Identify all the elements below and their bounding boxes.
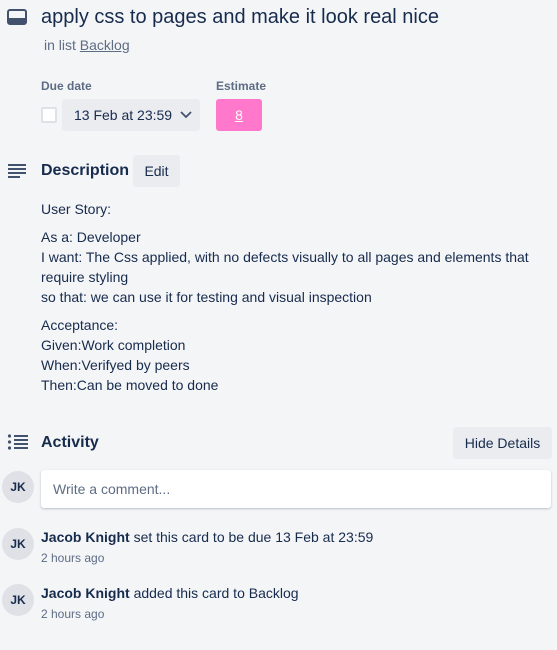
due-date-button[interactable]: 13 Feb at 23:59 [62, 99, 200, 131]
estimate-badge[interactable]: 8 [216, 99, 262, 131]
edit-description-button[interactable]: Edit [133, 155, 180, 187]
description-paragraph: Acceptance: Given:Work completion When:V… [41, 315, 541, 395]
activity-avatar[interactable]: JK [2, 584, 34, 616]
activity-user[interactable]: Jacob Knight [41, 529, 130, 545]
card-icon [7, 9, 27, 25]
due-date-label: Due date [41, 79, 92, 93]
comment-input[interactable]: Write a comment... [41, 470, 551, 508]
description-line: I want: The Css applied, with no defects… [41, 249, 529, 285]
description-line: Acceptance: [41, 317, 119, 333]
description-paragraph: As a: Developer I want: The Css applied,… [41, 227, 541, 307]
in-list-text: in list Backlog [44, 37, 130, 53]
description-line: As a: Developer [41, 229, 141, 245]
activity-entry: Jacob Knight added this card to Backlog [41, 585, 299, 601]
chevron-down-icon [180, 111, 192, 119]
hide-details-button[interactable]: Hide Details [453, 427, 552, 459]
description-body: User Story: As a: Developer I want: The … [41, 199, 541, 403]
activity-user[interactable]: Jacob Knight [41, 585, 130, 601]
description-heading: Description [41, 162, 130, 179]
list-link[interactable]: Backlog [80, 37, 130, 53]
activity-time[interactable]: 2 hours ago [41, 551, 104, 565]
activity-time[interactable]: 2 hours ago [41, 607, 104, 621]
description-line: Given:Work completion [41, 337, 186, 353]
due-complete-checkbox[interactable] [41, 107, 57, 123]
activity-action: set this card to be due 13 Feb at 23:59 [133, 529, 374, 545]
activity-icon [7, 434, 28, 450]
description-line: so that: we can use it for testing and v… [41, 289, 372, 305]
description-line: Then:Can be moved to done [41, 377, 219, 393]
in-list-prefix: in list [44, 37, 76, 53]
activity-entry: Jacob Knight set this card to be due 13 … [41, 529, 373, 545]
description-icon [8, 164, 26, 178]
description-line: When:Verifyed by peers [41, 357, 190, 373]
due-date-value: 13 Feb at 23:59 [74, 107, 173, 123]
activity-avatar[interactable]: JK [2, 528, 34, 560]
avatar[interactable]: JK [2, 471, 34, 503]
card-title[interactable]: apply css to pages and make it look real… [41, 6, 439, 29]
estimate-label: Estimate [216, 79, 267, 93]
description-line: User Story: [41, 201, 112, 217]
activity-action: added this card to Backlog [133, 585, 299, 601]
activity-heading: Activity [41, 434, 99, 451]
description-paragraph: User Story: [41, 199, 541, 219]
